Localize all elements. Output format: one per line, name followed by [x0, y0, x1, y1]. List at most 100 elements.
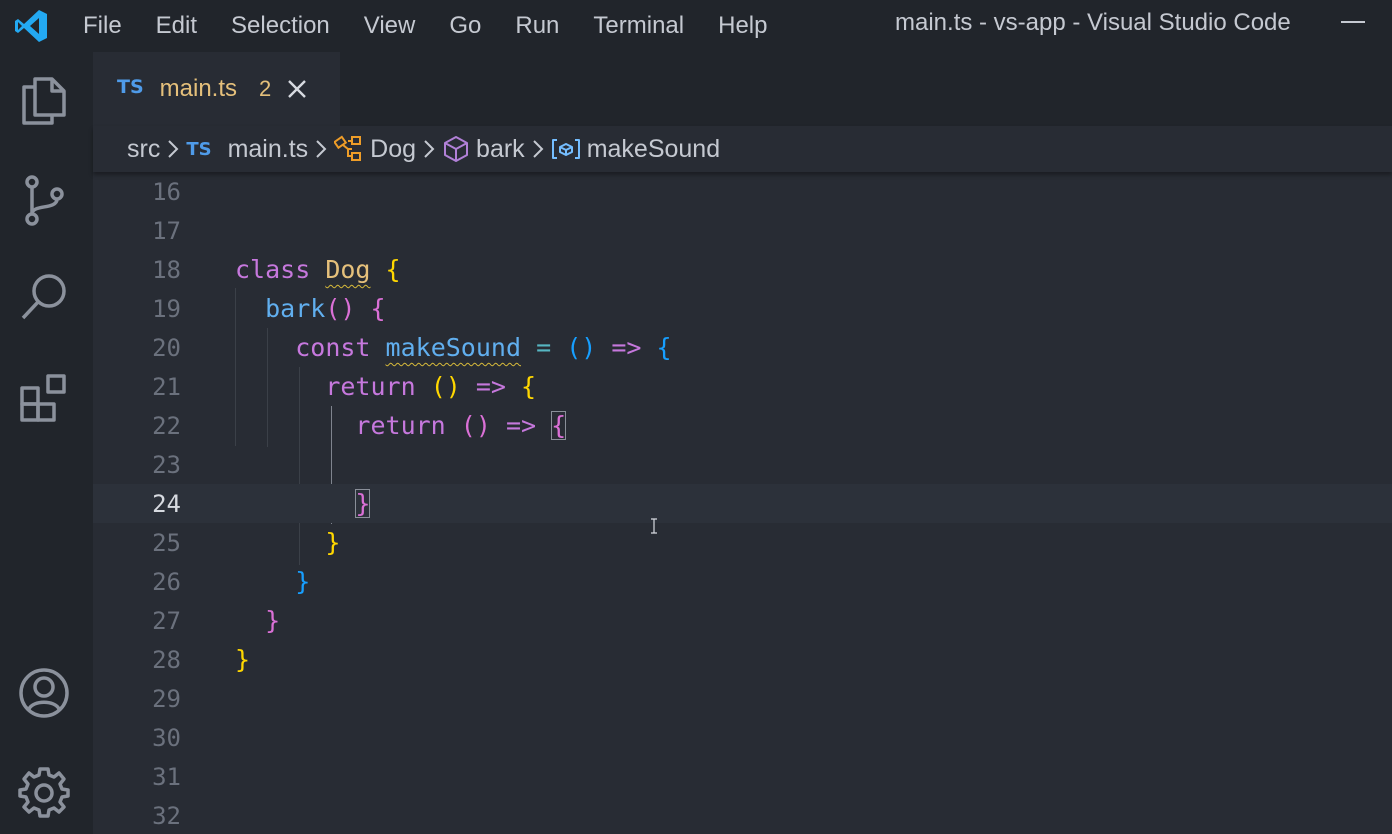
bracket-token: { [385, 255, 401, 284]
method-symbol-icon [442, 135, 470, 163]
code-text: } [235, 523, 340, 562]
window-title: main.ts - vs-app - Visual Studio Code [895, 9, 1291, 36]
operator-token: = [536, 333, 552, 362]
tab-filename: main.ts [159, 75, 238, 102]
close-icon[interactable] [285, 77, 309, 101]
line-number: 31 [152, 762, 181, 791]
chevron-right-icon [163, 138, 183, 160]
tab-main-ts[interactable]: TS main.ts 2 [93, 52, 340, 126]
editor-tab-bar: TS main.ts 2 [93, 52, 1392, 126]
matched-bracket-token: { [551, 411, 567, 440]
code-line: 25 } [93, 523, 1392, 562]
vscode-logo-icon[interactable] [0, 0, 62, 52]
breadcrumb-variable[interactable]: makeSound [587, 135, 720, 164]
method-name-token: bark [265, 294, 326, 323]
arrow-token: => [611, 333, 642, 362]
line-number: 24 [152, 489, 181, 518]
menu-bar: File Edit Selection View Go Run Terminal… [62, 0, 784, 52]
code-line: 30 [93, 718, 1392, 757]
code-text: return () => { [235, 406, 567, 445]
menu-terminal[interactable]: Terminal [576, 0, 701, 52]
line-number: 30 [152, 723, 181, 752]
line-number: 28 [152, 645, 181, 674]
code-text: } [235, 562, 310, 601]
menu-edit[interactable]: Edit [139, 0, 214, 52]
typescript-file-icon: TS [186, 138, 212, 160]
variable-symbol-icon [551, 137, 581, 161]
matched-bracket-token: } [355, 489, 371, 518]
bracket-token: () [430, 372, 461, 401]
code-line: 18 class Dog { [93, 250, 1392, 289]
bracket-token: { [521, 372, 537, 401]
chevron-right-icon [528, 138, 548, 160]
text-cursor-icon [650, 518, 658, 539]
source-control-icon[interactable] [14, 170, 74, 230]
code-line: 27 } [93, 601, 1392, 640]
code-line: 23 [93, 445, 1392, 484]
code-line: 28 } [93, 640, 1392, 679]
bracket-token: } [325, 528, 341, 557]
settings-gear-icon[interactable] [14, 762, 74, 822]
bracket-token: () [460, 411, 491, 440]
arrow-token: => [505, 411, 537, 440]
menu-view[interactable]: View [347, 0, 433, 52]
variable-token: makeSound [385, 333, 522, 362]
code-editor[interactable]: 16 17 18 class Dog { 19 bark() { 20 cons… [93, 172, 1392, 834]
search-icon[interactable] [14, 268, 74, 328]
line-number: 16 [152, 177, 181, 206]
breadcrumb-file[interactable]: main.ts [228, 135, 309, 164]
line-number: 27 [152, 606, 181, 635]
menu-file[interactable]: File [62, 0, 139, 52]
minimize-button[interactable] [1341, 21, 1365, 23]
class-symbol-icon [334, 135, 364, 163]
bracket-token: } [235, 645, 251, 674]
breadcrumb-folder[interactable]: src [127, 135, 160, 164]
code-text: const makeSound = () => { [235, 328, 672, 367]
line-number: 21 [152, 372, 181, 401]
line-number: 19 [152, 294, 181, 323]
breadcrumb-class[interactable]: Dog [370, 135, 416, 164]
code-line: 21 return () => { [93, 367, 1392, 406]
menu-run[interactable]: Run [498, 0, 576, 52]
code-line: 20 const makeSound = () => { [93, 328, 1392, 367]
keyword-token: return [325, 372, 416, 401]
keyword-token: const [295, 333, 371, 362]
line-number: 29 [152, 684, 181, 713]
menu-help[interactable]: Help [701, 0, 784, 52]
code-text: } [235, 601, 280, 640]
code-text: bark() { [235, 289, 386, 328]
accounts-icon[interactable] [14, 663, 74, 723]
chevron-right-icon [419, 138, 439, 160]
line-number: 32 [152, 801, 181, 830]
typescript-file-icon: TS [117, 76, 144, 98]
keyword-token: return [355, 411, 446, 440]
bracket-token: } [295, 567, 311, 596]
bracket-token: { [370, 294, 386, 323]
keyword-token: class [235, 255, 311, 284]
bracket-token: } [265, 606, 281, 635]
explorer-icon[interactable] [14, 70, 74, 130]
code-line: 29 [93, 679, 1392, 718]
code-text: class Dog { [235, 250, 401, 289]
bracket-token: { [656, 333, 672, 362]
code-line: 22 return () => { [93, 406, 1392, 445]
tab-problem-count: 2 [259, 76, 272, 101]
code-line: 16 [93, 172, 1392, 211]
line-number: 23 [152, 450, 181, 479]
breadcrumb-method[interactable]: bark [476, 135, 525, 164]
bracket-token: () [566, 333, 597, 362]
code-line: 32 [93, 796, 1392, 834]
extensions-icon[interactable] [14, 368, 74, 428]
code-text: } [235, 640, 250, 679]
code-text: return () => { [235, 367, 536, 406]
line-number: 25 [152, 528, 181, 557]
menu-go[interactable]: Go [432, 0, 498, 52]
line-number: 18 [152, 255, 181, 284]
line-number: 26 [152, 567, 181, 596]
code-line: 17 [93, 211, 1392, 250]
activity-bar [0, 52, 93, 834]
line-number: 17 [152, 216, 181, 245]
code-line: 31 [93, 757, 1392, 796]
class-name-token: Dog [325, 255, 371, 284]
menu-selection[interactable]: Selection [214, 0, 347, 52]
